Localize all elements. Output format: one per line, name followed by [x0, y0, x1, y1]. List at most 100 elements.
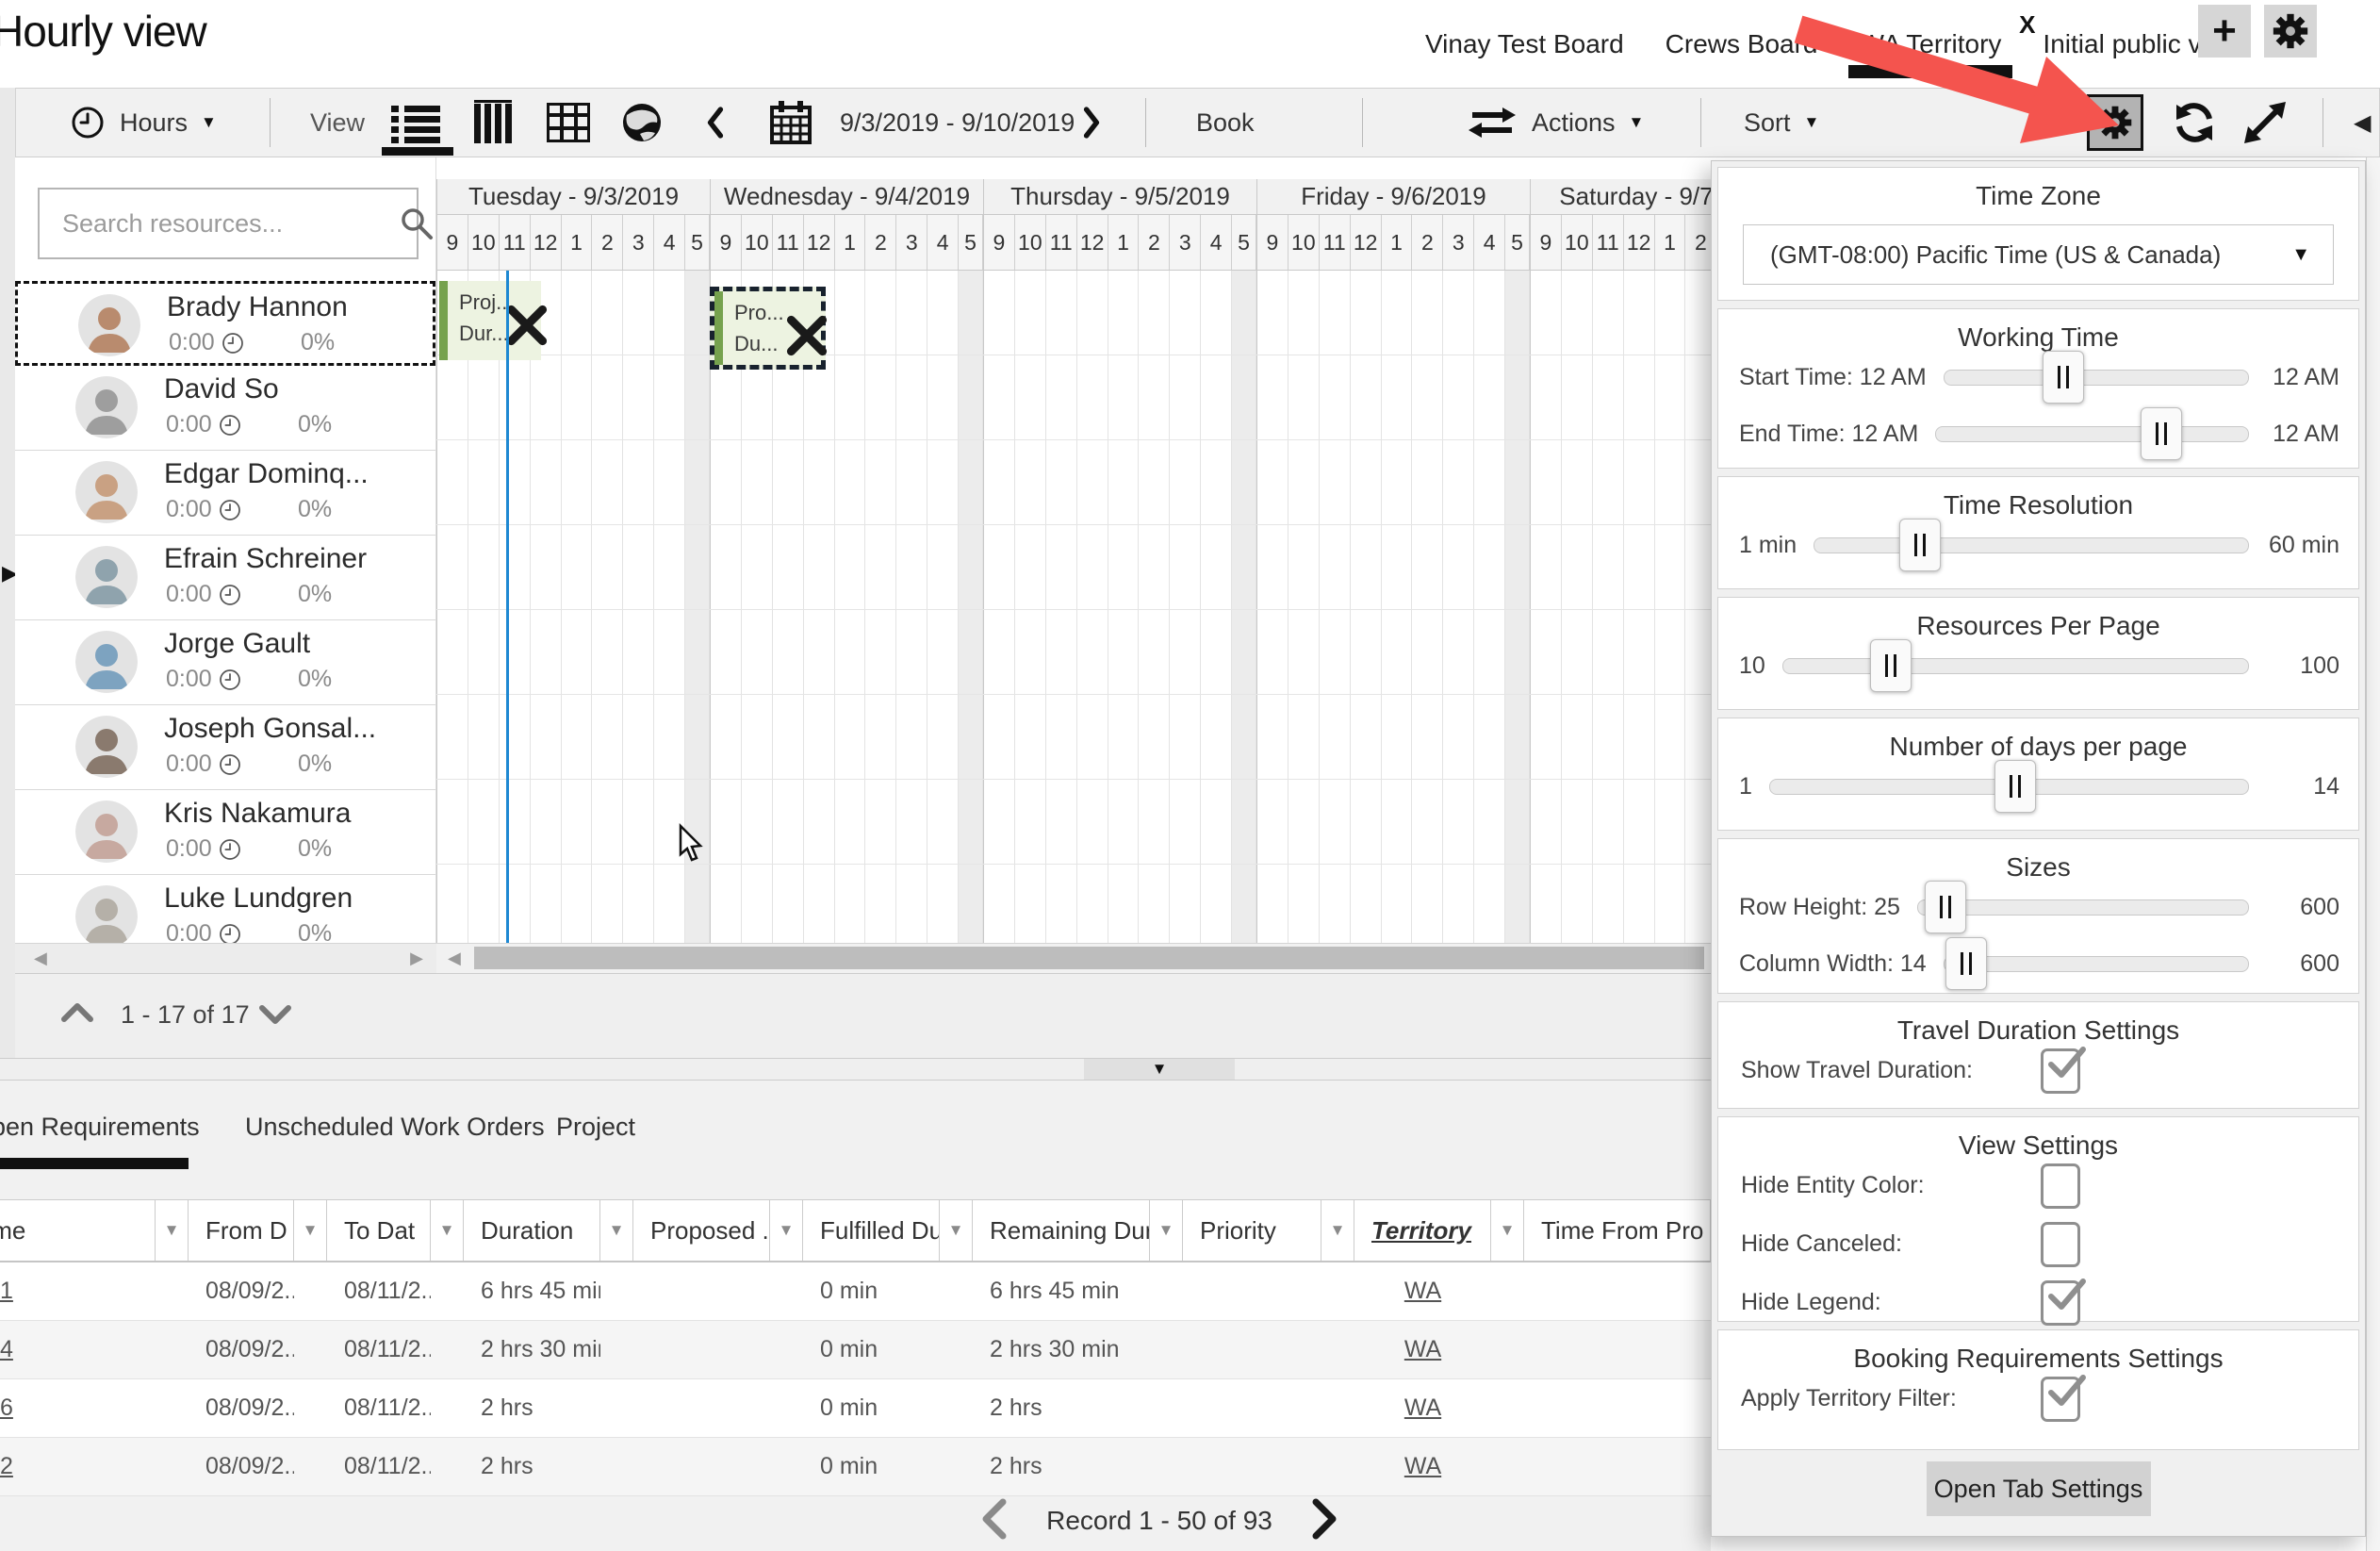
table-row[interactable]: 608/09/2...08/11/2...2 hrs0 min2 hrsWA [0, 1379, 1711, 1438]
hour-column[interactable] [742, 271, 773, 943]
hour-column[interactable] [835, 271, 866, 943]
hour-column[interactable] [1351, 271, 1382, 943]
scrollbar-thumb[interactable] [474, 947, 1704, 969]
hour-column[interactable] [1531, 271, 1562, 943]
column-filter-icon[interactable]: ▼ [600, 1200, 633, 1261]
resource-row[interactable]: Kris Nakamura0:00 0% [15, 790, 435, 875]
hour-column[interactable] [1139, 271, 1170, 943]
column-view-icon[interactable] [474, 89, 514, 157]
slider-handle[interactable] [1899, 519, 1941, 571]
hour-column[interactable] [1077, 271, 1108, 943]
checkbox-unchecked[interactable] [2041, 1222, 2080, 1267]
resource-row[interactable]: Brady Hannon0:00 0% [15, 281, 435, 366]
column-filter-icon[interactable]: ▼ [294, 1200, 327, 1261]
scroll-left-icon[interactable]: ◀ [448, 949, 461, 968]
hour-column[interactable] [1412, 271, 1443, 943]
hour-column[interactable] [1655, 271, 1686, 943]
hour-column[interactable] [562, 271, 593, 943]
hour-column[interactable] [623, 271, 654, 943]
hour-column[interactable] [1562, 271, 1593, 943]
open-tab-settings-button[interactable]: Open Tab Settings [1927, 1461, 2151, 1516]
hour-column[interactable] [896, 271, 927, 943]
table-view-icon[interactable] [547, 89, 590, 157]
sort-dropdown[interactable]: Sort ▼ [1744, 89, 1819, 157]
scroll-left-icon[interactable]: ◀ [34, 949, 47, 968]
resource-row[interactable]: David So0:00 0% [15, 366, 435, 451]
booking-block[interactable]: Proj...Dur... [439, 281, 541, 360]
column-filter-icon[interactable]: ▼ [940, 1200, 973, 1261]
cell-name-fragment[interactable]: 4 [0, 1321, 156, 1378]
hour-column[interactable] [437, 271, 468, 943]
slider-track[interactable] [1769, 779, 2249, 795]
actions-dropdown[interactable]: Actions ▼ [1532, 89, 1644, 157]
column-filter-icon[interactable]: ▼ [1321, 1200, 1354, 1261]
hour-column[interactable] [1015, 271, 1046, 943]
collapse-panel-arrow[interactable]: ◀ [2354, 89, 2371, 157]
timezone-dropdown[interactable]: (GMT-08:00) Pacific Time (US & Canada) ▼ [1743, 224, 2334, 285]
slider-handle[interactable] [1945, 937, 1987, 990]
remove-booking-icon[interactable] [505, 304, 549, 352]
mode-dropdown[interactable]: Hours ▼ [120, 89, 217, 157]
hour-column[interactable] [685, 271, 710, 943]
slider-track[interactable] [1917, 899, 2249, 916]
hour-column[interactable] [1232, 271, 1256, 943]
column-filter-icon[interactable]: ▼ [770, 1200, 803, 1261]
hour-column[interactable] [468, 271, 500, 943]
page-down-icon[interactable] [258, 1002, 292, 1031]
checkbox-unchecked[interactable] [2041, 1163, 2080, 1209]
cell-territory[interactable]: WA [1354, 1438, 1491, 1495]
hour-column[interactable] [773, 271, 804, 943]
hour-column[interactable] [1382, 271, 1413, 943]
board-tab-crews-board[interactable]: Crews Board [1664, 25, 1820, 63]
board-tab-vinay-test-board[interactable]: Vinay Test Board [1423, 25, 1626, 63]
map-view-icon[interactable] [621, 89, 663, 157]
hour-column[interactable] [927, 271, 959, 943]
previous-range-chevron[interactable] [699, 89, 731, 157]
hour-column[interactable] [959, 271, 983, 943]
checkbox-checked[interactable] [2041, 1048, 2080, 1094]
hour-column[interactable] [531, 271, 562, 943]
requirements-tab-unscheduled-work-orders[interactable]: Unscheduled Work Orders [245, 1113, 545, 1142]
scroll-right-icon[interactable]: ▶ [410, 949, 423, 968]
hour-column[interactable] [1320, 271, 1351, 943]
hour-column[interactable] [984, 271, 1015, 943]
previous-page-chevron[interactable] [980, 1498, 1009, 1544]
hour-column[interactable] [1288, 271, 1320, 943]
calendar-icon[interactable] [770, 89, 812, 157]
booking-block[interactable]: Pro...Du... [710, 287, 826, 370]
slider-track[interactable] [1814, 537, 2249, 553]
resource-row[interactable]: Edgar Dominq...0:00 0% [15, 451, 435, 536]
hour-column[interactable] [711, 271, 742, 943]
hour-column[interactable] [1046, 271, 1077, 943]
hour-column[interactable] [592, 271, 623, 943]
checkbox-checked[interactable] [2041, 1377, 2080, 1422]
add-tab-button[interactable]: + [2198, 5, 2251, 58]
slider-handle[interactable] [2043, 351, 2084, 404]
slider-track[interactable] [1944, 956, 2249, 972]
hour-column[interactable] [1257, 271, 1288, 943]
hour-column[interactable] [1108, 271, 1140, 943]
refresh-icon[interactable] [2173, 89, 2216, 157]
cell-name-fragment[interactable]: 2 [0, 1438, 156, 1495]
resource-row[interactable]: Jorge Gault0:00 0% [15, 620, 435, 705]
requirements-tab-open-requirements[interactable]: Open Requirements [0, 1113, 200, 1142]
tab-settings-gear-button[interactable] [2087, 94, 2143, 151]
slider-handle[interactable] [1925, 881, 1966, 933]
slider-track[interactable] [1935, 426, 2249, 442]
resource-row[interactable]: Luke Lundgren0:00 0% [15, 875, 435, 943]
slider-handle[interactable] [1994, 760, 2036, 813]
cell-territory[interactable]: WA [1354, 1262, 1491, 1320]
column-filter-icon[interactable]: ▼ [1150, 1200, 1183, 1261]
slider-handle[interactable] [2141, 407, 2182, 460]
hour-column[interactable] [1474, 271, 1505, 943]
hour-column[interactable] [1593, 271, 1624, 943]
collapse-bottom-panel-button[interactable]: ▼ [1084, 1059, 1235, 1080]
next-page-chevron[interactable] [1310, 1498, 1338, 1544]
column-filter-icon[interactable]: ▼ [1491, 1200, 1524, 1261]
hour-column[interactable] [1170, 271, 1201, 943]
cell-name-fragment[interactable]: 1 [0, 1262, 156, 1320]
resource-row[interactable]: Efrain Schreiner0:00 0% [15, 536, 435, 620]
hour-column[interactable] [865, 271, 896, 943]
hour-column[interactable] [804, 271, 835, 943]
slider-track[interactable] [1944, 370, 2249, 386]
